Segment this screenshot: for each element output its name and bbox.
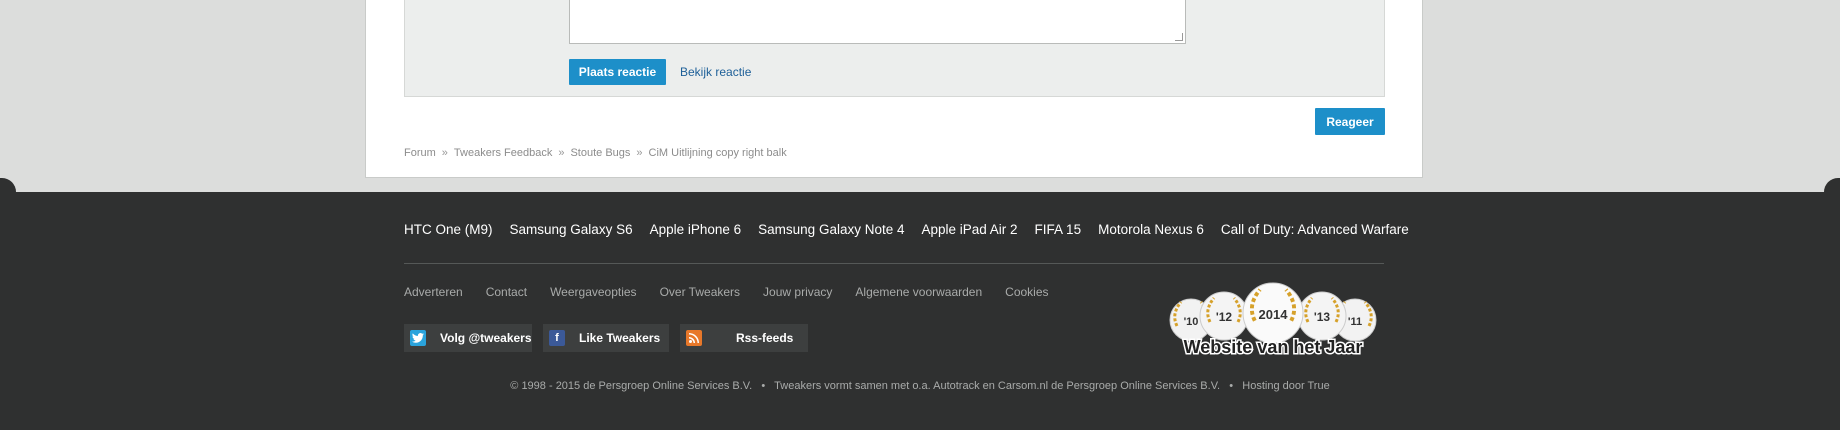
footer-link[interactable]: Over Tweakers (660, 285, 740, 299)
twitter-icon (410, 330, 426, 346)
breadcrumb: Forum » Tweakers Feedback » Stoute Bugs … (404, 147, 787, 159)
product-link[interactable]: Apple iPad Air 2 (921, 222, 1017, 237)
footer-link[interactable]: Adverteren (404, 285, 463, 299)
award-year: '13 (1314, 310, 1331, 324)
resize-grip-icon[interactable] (1175, 33, 1183, 41)
content-card: Plaats reactie Bekijk reactie Reageer Fo… (365, 0, 1423, 178)
product-link[interactable]: Samsung Galaxy Note 4 (758, 222, 904, 237)
breadcrumb-item[interactable]: Forum (404, 147, 436, 159)
reageer-button[interactable]: Reageer (1315, 108, 1385, 135)
award-year: '11 (1348, 316, 1362, 328)
breadcrumb-item-current[interactable]: CiM Uitlijning copy right balk (649, 147, 787, 159)
breadcrumb-item[interactable]: Stoute Bugs (570, 147, 630, 159)
facebook-like-button[interactable]: f Like Tweakers (543, 324, 669, 352)
breadcrumb-separator: » (558, 147, 565, 159)
facebook-icon: f (549, 330, 565, 346)
footer-product-links: HTC One (M9) Samsung Galaxy S6 Apple iPh… (404, 222, 1409, 237)
product-link[interactable]: HTC One (M9) (404, 222, 493, 237)
breadcrumb-separator: » (441, 147, 448, 159)
submit-reply-button[interactable]: Plaats reactie (569, 59, 666, 85)
product-link[interactable]: Apple iPhone 6 (650, 222, 742, 237)
product-link[interactable]: Call of Duty: Advanced Warfare (1221, 222, 1409, 237)
award-badge: '13 (1297, 291, 1347, 341)
award-year: '12 (1216, 310, 1233, 324)
copyright-text: © 1998 - 2015 de Persgroep Online Servic… (510, 380, 1330, 392)
twitter-follow-button[interactable]: Volg @tweakers (404, 324, 532, 352)
rss-feeds-button[interactable]: Rss-feeds (680, 324, 808, 352)
footer-link[interactable]: Cookies (1005, 285, 1048, 299)
award-title: Website van het Jaar (1184, 337, 1363, 357)
award-badge: 2014 (1242, 282, 1304, 344)
reply-form: Plaats reactie Bekijk reactie (404, 0, 1385, 97)
award-year: 2014 (1259, 307, 1289, 322)
website-van-het-jaar-award-logo[interactable]: '10 '11 '12 '13 2014 Website van het Jaa… (1166, 282, 1380, 358)
footer-link[interactable]: Contact (486, 285, 527, 299)
twitter-follow-label: Volg @tweakers (440, 331, 532, 345)
reply-textarea[interactable] (569, 0, 1186, 44)
preview-reply-link[interactable]: Bekijk reactie (680, 65, 751, 79)
product-link[interactable]: FIFA 15 (1035, 222, 1082, 237)
award-badge: '12 (1199, 291, 1249, 341)
facebook-like-label: Like Tweakers (579, 331, 661, 345)
award-year: '10 (1184, 316, 1199, 328)
footer-links: Adverteren Contact Weergaveopties Over T… (404, 285, 1049, 299)
footer-link[interactable]: Algemene voorwaarden (855, 285, 982, 299)
product-link[interactable]: Samsung Galaxy S6 (510, 222, 633, 237)
product-link[interactable]: Motorola Nexus 6 (1098, 222, 1204, 237)
rss-feeds-label: Rss-feeds (736, 331, 794, 345)
footer-divider (404, 263, 1384, 264)
rss-icon (686, 330, 702, 346)
page-upper: Plaats reactie Bekijk reactie Reageer Fo… (0, 0, 1840, 192)
footer-link[interactable]: Weergaveopties (550, 285, 637, 299)
breadcrumb-item[interactable]: Tweakers Feedback (454, 147, 552, 159)
breadcrumb-separator: » (636, 147, 643, 159)
footer-link[interactable]: Jouw privacy (763, 285, 832, 299)
